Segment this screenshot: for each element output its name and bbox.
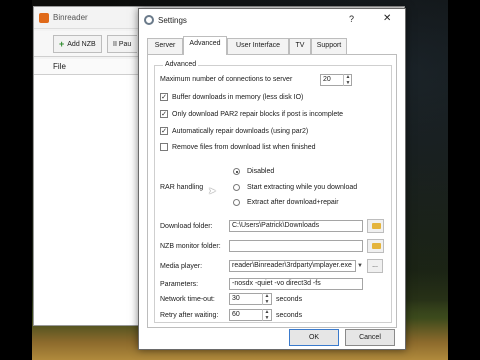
mouse-cursor-icon: ➤ — [208, 186, 217, 197]
gear-icon — [144, 15, 154, 25]
add-nzb-button[interactable]: + Add NZB — [53, 35, 102, 53]
advanced-group-label: Advanced — [163, 61, 199, 68]
tab-advanced[interactable]: Advanced — [183, 36, 227, 55]
add-nzb-label: Add NZB — [67, 40, 96, 48]
auto-repair-label: Automatically repair downloads (using pa… — [172, 128, 309, 135]
par2-blocks-checkbox[interactable]: ✓ — [160, 110, 168, 118]
nzb-monitor-browse-button[interactable] — [367, 239, 384, 253]
file-column-header: File — [53, 62, 66, 71]
retry-after-label: Retry after waiting: — [160, 312, 219, 319]
network-timeout-spinner[interactable]: ▲ ▼ — [262, 293, 271, 305]
rar-extract-while-label: Start extracting while you download — [247, 184, 358, 191]
nzb-monitor-input[interactable] — [229, 240, 363, 252]
max-connections-label: Maximum number of connections to server — [160, 76, 293, 83]
network-timeout-label: Network time-out: — [160, 296, 215, 303]
binreader-title: Binreader — [53, 13, 88, 22]
tab-server[interactable]: Server — [147, 38, 183, 54]
settings-titlebar[interactable]: Settings — [139, 9, 405, 31]
letterbox-left — [0, 0, 32, 360]
network-timeout-unit: seconds — [276, 296, 303, 303]
advanced-group: Advanced Maximum number of connections t… — [154, 61, 392, 323]
media-player-select[interactable]: reader\Binreader\3rdparty\mplayer.exe — [229, 260, 356, 272]
media-player-browse-button[interactable]: ... — [367, 259, 383, 273]
letterbox-right — [448, 0, 480, 360]
pause-label: II Pau — [113, 40, 132, 48]
chevron-down-icon[interactable]: ▼ — [357, 263, 363, 269]
parameters-label: Parameters: — [160, 281, 199, 288]
retry-after-spinner[interactable]: ▲ ▼ — [262, 309, 271, 321]
tab-tv[interactable]: TV — [289, 38, 311, 54]
nzb-monitor-label: NZB monitor folder: — [160, 243, 221, 250]
parameters-input[interactable]: -nosdx -quiet -vo direct3d -fs — [229, 278, 363, 290]
auto-repair-checkbox[interactable]: ✓ — [160, 127, 168, 135]
download-folder-label: Download folder: — [160, 223, 213, 230]
folder-icon — [372, 223, 381, 229]
ok-button[interactable]: OK — [289, 329, 339, 346]
retry-after-unit: seconds — [276, 312, 303, 319]
tab-user-interface[interactable]: User Interface — [227, 38, 289, 54]
rar-extract-after-radio[interactable] — [233, 199, 240, 206]
download-folder-browse-button[interactable] — [367, 219, 384, 233]
cancel-button[interactable]: Cancel — [345, 329, 395, 346]
advanced-tab-panel: Advanced Maximum number of connections t… — [147, 54, 397, 328]
media-player-label: Media player: — [160, 263, 203, 270]
rar-disabled-label: Disabled — [247, 168, 275, 175]
tab-support[interactable]: Support — [311, 38, 347, 54]
pause-button[interactable]: II Pau — [107, 35, 137, 53]
binreader-app-icon — [39, 12, 49, 23]
remove-finished-label: Remove files from download list when fin… — [172, 144, 316, 151]
buffer-downloads-checkbox[interactable]: ✓ — [160, 93, 168, 101]
max-connections-spinner[interactable]: ▲ ▼ — [343, 74, 352, 86]
dialog-title: Settings — [158, 15, 187, 25]
close-button[interactable]: ✕ — [383, 13, 391, 24]
par2-blocks-label: Only download PAR2 repair blocks if post… — [172, 111, 344, 118]
folder-icon — [372, 243, 381, 249]
rar-extract-after-label: Extract after download+repair — [247, 199, 339, 206]
rar-disabled-radio[interactable] — [233, 168, 240, 175]
remove-finished-checkbox[interactable] — [160, 143, 168, 151]
help-button[interactable]: ? — [349, 14, 354, 24]
download-folder-input[interactable]: C:\Users\Patrick\Downloads — [229, 220, 363, 232]
settings-dialog: Settings ? ✕ Server Advanced User Interf… — [138, 8, 406, 350]
rar-extract-while-radio[interactable] — [233, 184, 240, 191]
buffer-downloads-label: Buffer downloads in memory (less disk IO… — [172, 94, 304, 101]
rar-handling-label: RAR handling — [160, 184, 204, 191]
add-icon: + — [59, 39, 65, 49]
